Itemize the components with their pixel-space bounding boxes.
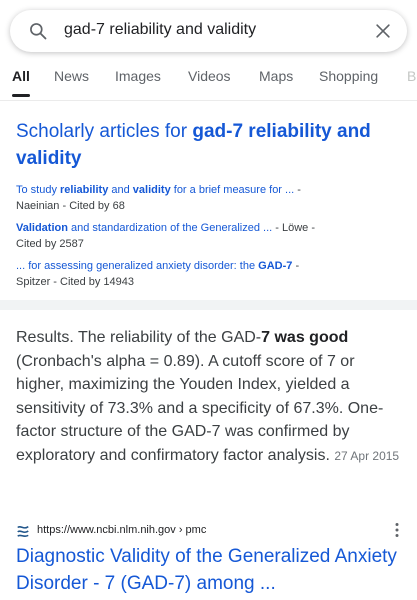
scholar-item-link[interactable]: To study reliability and validity for a … xyxy=(16,184,297,196)
tab-news[interactable]: News xyxy=(54,68,89,84)
text-part: To study xyxy=(16,184,61,196)
search-input[interactable]: gad-7 reliability and validity xyxy=(64,21,256,39)
search-icon[interactable] xyxy=(28,21,48,41)
snippet-highlight: 7 was good xyxy=(261,329,349,346)
text-part: and xyxy=(108,184,133,196)
tab-all[interactable]: All xyxy=(12,68,30,84)
result-title-link[interactable]: Diagnostic Validity of the Generalized A… xyxy=(16,543,406,597)
scholar-title-prefix: Scholarly articles for xyxy=(16,121,193,142)
tab-books[interactable]: B xyxy=(407,68,416,84)
result-url[interactable]: https://www.ncbi.nlm.nih.gov › pmc xyxy=(37,524,206,536)
snippet-text: (Cronbach's alpha = 0.89). A cutoff scor… xyxy=(16,352,384,464)
scholar-item-meta: - xyxy=(297,184,301,196)
snippet-date: 27 Apr 2015 xyxy=(334,448,400,463)
text-part: and standardization of the Generalized .… xyxy=(67,222,276,234)
more-vert-icon[interactable] xyxy=(394,522,400,538)
scholar-item-link[interactable]: Validation and standardization of the Ge… xyxy=(16,222,275,234)
scholar-item: To study reliability and validity for a … xyxy=(16,182,406,214)
tab-images[interactable]: Images xyxy=(115,68,161,84)
snippet-text: Results. The reliability of the GAD- xyxy=(16,329,262,346)
scholar-item: Validation and standardization of the Ge… xyxy=(16,220,406,252)
section-separator xyxy=(0,300,417,310)
active-tab-indicator xyxy=(12,94,30,97)
featured-snippet: Results. The reliability of the GAD-7 wa… xyxy=(16,326,406,468)
ncbi-favicon-icon xyxy=(17,525,29,538)
result-source[interactable]: https://www.ncbi.nlm.nih.gov › pmc xyxy=(16,522,406,540)
scholarly-articles-block: Scholarly articles for gad-7 reliability… xyxy=(16,118,406,290)
text-part: ... for assessing generalized anxiety di… xyxy=(16,260,259,272)
text-part: GAD-7 xyxy=(258,260,293,272)
scholar-item-citation: Naeinian - Cited by 68 xyxy=(16,200,125,212)
close-icon[interactable] xyxy=(373,21,393,41)
scholar-item: ... for assessing generalized anxiety di… xyxy=(16,258,406,290)
scholar-item-meta: - Löwe - xyxy=(275,222,316,234)
scholar-item-citation: Spitzer - Cited by 14943 xyxy=(16,276,135,288)
tab-shopping[interactable]: Shopping xyxy=(319,68,378,84)
tab-maps[interactable]: Maps xyxy=(259,68,293,84)
scholar-item-citation: Cited by 2587 xyxy=(16,238,84,250)
text-part: Validation xyxy=(16,222,68,234)
text-part: for a brief measure for ... xyxy=(170,184,298,196)
tab-videos[interactable]: Videos xyxy=(188,68,231,84)
text-part: validity xyxy=(132,184,171,196)
text-part: reliability xyxy=(60,184,109,196)
tabs-divider xyxy=(0,100,417,101)
search-tabs: All News Images Videos Maps Shopping B xyxy=(0,68,417,98)
scholar-item-link[interactable]: ... for assessing generalized anxiety di… xyxy=(16,260,295,272)
scholar-item-meta: - xyxy=(295,260,300,272)
scholar-title-link[interactable]: Scholarly articles for gad-7 reliability… xyxy=(16,118,406,172)
search-bar[interactable]: gad-7 reliability and validity xyxy=(10,10,407,52)
